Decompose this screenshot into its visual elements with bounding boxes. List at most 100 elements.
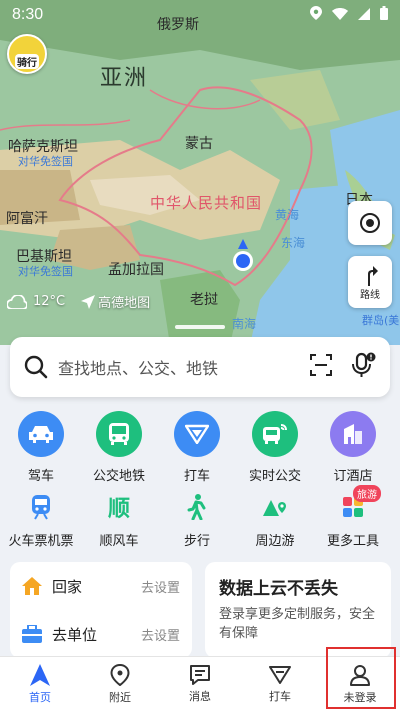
map-label-china: 中华人民共和国 <box>150 194 263 212</box>
map-brand-label: 高德地图 <box>98 296 151 311</box>
locate-button[interactable] <box>348 201 392 245</box>
secondary-action-label: 更多工具 <box>326 534 379 549</box>
shortcut-label: 去单位 <box>52 625 98 644</box>
scan-button[interactable] <box>310 354 332 380</box>
secondary-action-label: 步行 <box>183 534 210 549</box>
taxi-icon <box>174 411 220 457</box>
message-icon <box>190 664 210 685</box>
user-location-marker <box>231 239 255 275</box>
voice-search-button[interactable] <box>352 352 376 382</box>
amap-logo-icon <box>81 294 96 309</box>
location-pin-icon <box>110 663 130 686</box>
realtime-bus-icon <box>252 411 298 457</box>
train-icon <box>23 489 59 525</box>
nearby-travel-icon <box>257 489 293 525</box>
carpool-icon: 顺 <box>107 497 130 522</box>
status-time: 8:30 <box>12 6 44 23</box>
microphone-icon <box>352 352 376 377</box>
avatar-label: 骑行 <box>15 53 39 69</box>
map-label-mongolia: 蒙古 <box>185 136 213 152</box>
tab-label: 附近 <box>109 690 131 704</box>
quick-action-label: 公交地铁 <box>92 469 145 484</box>
secondary-action-label: 周边游 <box>255 534 295 549</box>
quick-action-label: 订酒店 <box>333 469 373 484</box>
tab-home[interactable]: 首页 <box>0 657 80 711</box>
route-label: 路线 <box>360 289 380 301</box>
quick-action-taxi[interactable]: 打车 <box>160 411 234 484</box>
secondary-action-label: 火车票机票 <box>8 534 74 549</box>
weather-widget[interactable]: 12°C 高德地图 <box>7 292 150 311</box>
secondary-action-train[interactable]: 火车票机票 <box>4 489 78 549</box>
map-label-south-sea: 南海 <box>232 317 257 331</box>
locate-icon <box>360 213 380 233</box>
tab-label: 首页 <box>29 690 51 704</box>
map-label-laos: 老挝 <box>190 292 218 308</box>
wifi-icon <box>332 6 348 24</box>
hotel-icon <box>330 411 376 457</box>
taxi-tab-icon <box>269 665 291 684</box>
secondary-action-walk[interactable]: 步行 <box>160 489 234 549</box>
quick-action-realtime-bus[interactable]: 实时公交 <box>238 411 312 484</box>
panel-drag-handle[interactable] <box>175 325 225 329</box>
more-tools-icon: 旅游 <box>335 485 381 525</box>
map-label-islands: 群岛(美 <box>362 314 400 327</box>
secondary-action-nearby-travel[interactable]: 周边游 <box>238 489 312 549</box>
promo-description: 登录享更多定制服务，安全有保障 <box>219 607 376 641</box>
map-label-east-sea: 东海 <box>281 236 306 250</box>
cloud-icon <box>7 294 27 309</box>
tab-label: 未登录 <box>343 690 377 704</box>
car-icon <box>18 411 64 457</box>
tab-taxi[interactable]: 打车 <box>240 657 320 711</box>
home-icon <box>22 577 42 595</box>
quick-action-label: 实时公交 <box>248 469 301 484</box>
location-status-icon <box>310 6 322 24</box>
quick-action-label: 驾车 <box>27 469 54 484</box>
map-brand: 高德地图 <box>81 292 150 311</box>
tab-messages[interactable]: 消息 <box>160 657 240 711</box>
tab-nearby[interactable]: 附近 <box>80 657 160 711</box>
map-label-afghanistan: 阿富汗 <box>6 211 48 227</box>
shortcut-work[interactable]: 去单位 去设置 <box>10 610 192 658</box>
map-label-kazakhstan-visa: 对华免签国 <box>18 155 73 168</box>
secondary-action-more-tools[interactable]: 旅游 更多工具 <box>316 485 390 549</box>
home-arrow-icon <box>30 663 50 686</box>
quick-action-drive[interactable]: 驾车 <box>4 411 78 484</box>
briefcase-icon <box>22 625 42 643</box>
bottom-tab-bar: 首页 附近 消息 打车 未登录 <box>0 647 400 711</box>
map-label-bangladesh: 孟加拉国 <box>108 262 164 278</box>
status-bar: 8:30 <box>0 0 400 30</box>
map-label-asia: 亚洲 <box>100 66 149 91</box>
route-button[interactable]: 路线 <box>348 256 392 308</box>
shortcut-set-link[interactable]: 去设置 <box>141 577 180 596</box>
user-icon <box>350 664 370 686</box>
secondary-actions-row: 火车票机票 顺 顺风车 步行 周边游 旅游 更多工具 <box>0 485 400 549</box>
search-icon <box>24 355 48 379</box>
map-label-yellow-sea: 黄海 <box>275 208 300 222</box>
weather-temperature: 12°C <box>33 294 66 309</box>
tab-label: 消息 <box>189 689 211 703</box>
quick-actions-row: 驾车 公交地铁 打车 实时公交 订酒店 <box>0 411 400 484</box>
avatar[interactable]: 骑行 <box>7 34 47 74</box>
quick-action-hotel[interactable]: 订酒店 <box>316 411 390 484</box>
walk-icon <box>179 489 215 525</box>
secondary-action-label: 顺风车 <box>99 534 139 549</box>
promo-card[interactable]: 数据上云不丢失 登录享更多定制服务，安全有保障 <box>205 562 391 658</box>
search-input[interactable]: 查找地点、公交、地铁 <box>58 355 290 379</box>
quick-action-label: 打车 <box>183 469 210 484</box>
shortcut-label: 回家 <box>52 577 83 596</box>
signal-icon <box>358 6 370 24</box>
promo-title: 数据上云不丢失 <box>219 579 338 599</box>
travel-badge: 旅游 <box>353 485 381 502</box>
map-view[interactable]: 8:30 骑行 俄罗斯 亚洲 哈萨克斯坦 对华免签国 蒙古 中华人民共和国 阿富… <box>0 0 400 345</box>
shortcut-home[interactable]: 回家 去设置 <box>10 562 192 610</box>
map-label-pakistan-visa: 对华免签国 <box>18 265 73 278</box>
shortcut-set-link[interactable]: 去设置 <box>141 625 180 644</box>
route-icon <box>368 265 378 286</box>
tab-profile[interactable]: 未登录 <box>320 647 400 711</box>
secondary-action-carpool[interactable]: 顺 顺风车 <box>82 489 156 549</box>
battery-icon <box>380 6 388 24</box>
tab-label: 打车 <box>269 689 291 703</box>
shortcuts-card: 回家 去设置 去单位 去设置 <box>10 562 192 658</box>
quick-action-transit[interactable]: 公交地铁 <box>82 411 156 484</box>
search-bar[interactable]: 查找地点、公交、地铁 <box>10 337 390 397</box>
